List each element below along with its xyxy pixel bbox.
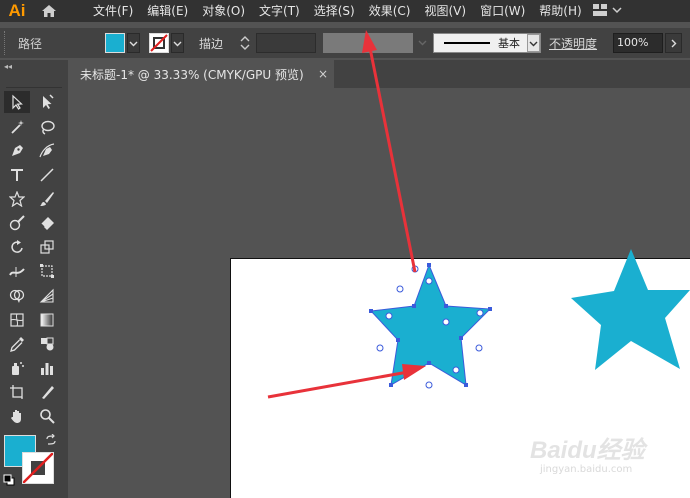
menu-edit[interactable]: 编辑(E) <box>140 0 195 22</box>
menu-file[interactable]: 文件(F) <box>86 0 140 22</box>
artboard-icon[interactable] <box>4 381 30 403</box>
workspace-switcher[interactable] <box>592 3 622 17</box>
default-colors-icon[interactable] <box>3 474 15 486</box>
brush-stroke-preview <box>444 42 490 44</box>
opacity-field[interactable]: 100% <box>613 33 663 53</box>
variable-width-profile[interactable] <box>323 33 413 53</box>
zoom-icon[interactable] <box>34 405 60 427</box>
menu-type[interactable]: 文字(T) <box>252 0 307 22</box>
stroke-stepper[interactable] <box>236 34 254 52</box>
chevron-down-icon <box>529 41 538 46</box>
rotate-icon[interactable] <box>4 236 30 258</box>
swap-colors-icon[interactable] <box>45 434 57 446</box>
no-stroke-icon <box>150 34 168 52</box>
gradient-icon[interactable] <box>34 309 60 331</box>
collapse-icon[interactable]: ◂◂ <box>0 60 68 72</box>
hand-icon[interactable] <box>4 405 30 427</box>
selection-tool-icon[interactable] <box>4 91 30 113</box>
column-graph-icon[interactable] <box>34 357 60 379</box>
shaper-icon[interactable] <box>4 212 30 234</box>
width-icon[interactable] <box>4 260 30 282</box>
stroke-color-swatch[interactable] <box>149 33 169 53</box>
watermark-site: jingyan.baidu.com <box>540 464 633 475</box>
menu-help[interactable]: 帮助(H) <box>532 0 588 22</box>
star-icon[interactable] <box>4 188 30 210</box>
perspective-icon[interactable] <box>34 285 60 307</box>
document-tab-title: 未标题-1* @ 33.33% (CMYK/GPU 预览) <box>80 67 304 82</box>
chevron-down-icon <box>129 41 138 46</box>
panel-grip[interactable] <box>4 31 10 55</box>
document-tab[interactable]: 未标题-1* @ 33.33% (CMYK/GPU 预览) × <box>70 60 334 88</box>
menu-bar: Ai 文件(F) 编辑(E) 对象(O) 文字(T) 选择(S) 效果(C) 视… <box>0 0 690 22</box>
stroke-dropdown[interactable] <box>171 33 184 53</box>
curvature-icon[interactable] <box>34 140 60 162</box>
app-logo: Ai <box>8 1 26 20</box>
chevron-down-icon <box>418 40 427 46</box>
fill-dropdown[interactable] <box>127 33 140 53</box>
fill-color-swatch[interactable] <box>105 33 125 53</box>
menu-object[interactable]: 对象(O) <box>195 0 252 22</box>
close-icon[interactable]: × <box>318 67 328 81</box>
line-icon[interactable] <box>34 164 60 186</box>
brush-dropdown[interactable] <box>527 34 540 52</box>
watermark: Baidu经验 jingyan.baidu.com <box>530 428 690 488</box>
free-transform-icon[interactable] <box>34 260 60 282</box>
paintbrush-icon[interactable] <box>34 188 60 210</box>
brush-name: 基本 <box>498 37 520 50</box>
magic-wand-icon[interactable] <box>4 116 30 138</box>
type-icon[interactable] <box>4 164 30 186</box>
shape-builder-icon[interactable] <box>4 285 30 307</box>
eyedropper-icon[interactable] <box>4 333 30 355</box>
selection-type-label: 路径 <box>18 36 43 51</box>
illustrator-window: Ai 文件(F) 编辑(E) 对象(O) 文字(T) 选择(S) 效果(C) 视… <box>0 0 690 498</box>
mesh-icon[interactable] <box>4 309 30 331</box>
pen-icon[interactable] <box>4 140 30 162</box>
stroke-label[interactable]: 描边 <box>199 35 223 52</box>
watermark-brand: Baidu经验 <box>530 437 645 464</box>
scale-icon[interactable] <box>34 236 60 258</box>
direct-selection-tool-icon[interactable] <box>34 91 60 113</box>
stroke-weight-field[interactable] <box>256 33 316 53</box>
opacity-label[interactable]: 不透明度 <box>549 35 597 52</box>
workspace-icon <box>593 4 607 16</box>
chevron-right-icon <box>671 39 677 47</box>
lasso-icon[interactable] <box>34 116 60 138</box>
document-tab-bar: 未标题-1* @ 33.33% (CMYK/GPU 预览) × <box>70 60 690 88</box>
menu-select[interactable]: 选择(S) <box>307 0 362 22</box>
menu-effect[interactable]: 效果(C) <box>362 0 418 22</box>
chevron-down-icon <box>612 7 622 14</box>
menu-window[interactable]: 窗口(W) <box>473 0 532 22</box>
blend-icon[interactable] <box>34 333 60 355</box>
stroke-color-box[interactable] <box>22 452 54 484</box>
home-icon[interactable] <box>34 0 64 22</box>
slice-icon[interactable] <box>34 381 60 403</box>
tools-panel: ◂◂ <box>0 60 68 498</box>
symbol-sprayer-icon[interactable] <box>4 357 30 379</box>
opacity-expand-button[interactable] <box>665 33 682 53</box>
eraser-icon[interactable] <box>34 212 60 234</box>
menu-view[interactable]: 视图(V) <box>417 0 473 22</box>
chevron-down-icon <box>173 41 182 46</box>
panel-grip[interactable] <box>6 72 62 88</box>
brush-definition-field[interactable]: 基本 <box>433 33 541 53</box>
